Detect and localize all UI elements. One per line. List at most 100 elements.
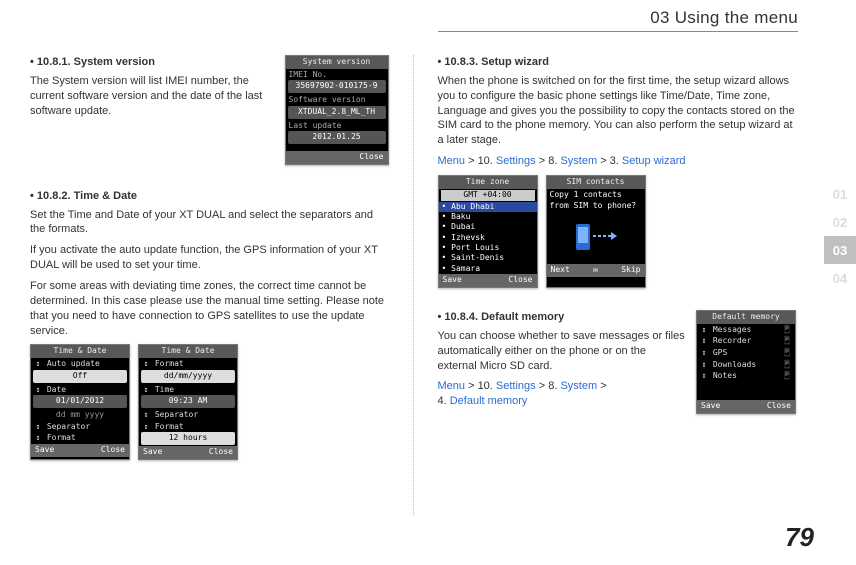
- cycle-icon: ↕: [700, 348, 708, 358]
- page-header: 03 Using the menu: [438, 8, 798, 32]
- page-number: 79: [785, 522, 814, 553]
- nav-defaultmemory: Default memory: [450, 395, 528, 407]
- timedate-p3: For some areas with deviating time zones…: [30, 279, 389, 338]
- chapter-tabs: 01 02 03 04: [824, 180, 856, 292]
- nav-settings: Settings: [496, 155, 536, 167]
- tz-item-portlouis[interactable]: Port Louis: [439, 243, 537, 253]
- ss-value-format: dd/mm/yyyy: [141, 370, 235, 383]
- right-column: • 10.8.3. Setup wizard When the phone is…: [438, 55, 797, 515]
- cycle-icon: ↕: [700, 371, 708, 381]
- ss-title: Time & Date: [31, 345, 129, 358]
- section-heading: 10.8.1. System version: [37, 56, 155, 68]
- ss-value-time: 09:23 AM: [141, 395, 235, 408]
- tz-item-saintdenis[interactable]: Saint-Denis: [439, 253, 537, 263]
- screenshot-sim-contacts: SIM contacts Copy 1 contacts from SIM to…: [546, 175, 646, 288]
- ss-value-sw: XTDUAL_2.8_ML_TH: [288, 106, 386, 119]
- dm-messages: ↕ Messages 📱: [697, 324, 795, 336]
- screenshot-timedate-a: Time & Date ↕ Auto update Off ↕ Date 01/…: [30, 344, 130, 459]
- chapter-tab-01[interactable]: 01: [824, 180, 856, 208]
- ss-row-format2: ↕ Format: [139, 421, 237, 433]
- bullet-icon: •: [30, 56, 34, 68]
- bullet-icon: •: [438, 311, 442, 323]
- dm-gps: ↕ GPS 📱: [697, 347, 795, 359]
- ss-value-12h: 12 hours: [141, 432, 235, 445]
- section-heading: 10.8.4. Default memory: [444, 311, 564, 323]
- tz-item-izhevsk[interactable]: Izhevsk: [439, 233, 537, 243]
- ss-save-button[interactable]: Save: [701, 401, 720, 412]
- section-heading: 10.8.2. Time & Date: [37, 190, 137, 202]
- cycle-icon: ↕: [142, 422, 150, 432]
- ss-row-separator: ↕ Separator: [31, 421, 129, 433]
- dm-recorder: ↕ Recorder 📱: [697, 335, 795, 347]
- nav-menu: Menu: [438, 380, 466, 392]
- cycle-icon: ↕: [142, 410, 150, 420]
- ss-value-date: 01/01/2012: [33, 395, 127, 408]
- ss-title: System version: [286, 56, 388, 69]
- tz-item-dubai[interactable]: Dubai: [439, 222, 537, 232]
- nav-setupwizard: Setup wizard: [622, 155, 686, 167]
- ss-skip-button[interactable]: Skip: [621, 265, 640, 276]
- cycle-icon: ↕: [34, 422, 42, 432]
- ss-row-autoupdate: ↕ Auto update: [31, 358, 129, 370]
- screenshot-timedate-b: Time & Date ↕ Format dd/mm/yyyy ↕ Time 0…: [138, 344, 238, 459]
- phone-icon: 📱: [782, 325, 792, 335]
- section-body-setupwizard: When the phone is switched on for the fi…: [438, 74, 797, 148]
- section-heading: 10.8.3. Setup wizard: [444, 56, 549, 68]
- mail-icon: ✉: [593, 265, 598, 276]
- ss-title: Default memory: [697, 311, 795, 324]
- cycle-icon: ↕: [142, 385, 150, 395]
- cycle-icon: ↕: [34, 385, 42, 395]
- ss-next-button[interactable]: Next: [551, 265, 570, 276]
- cycle-icon: ↕: [34, 359, 42, 369]
- ss-save-button[interactable]: Save: [143, 447, 162, 458]
- sim-line2: from SIM to phone?: [547, 200, 645, 212]
- cycle-icon: ↕: [142, 359, 150, 369]
- ss-value-update: 2012.01.25: [288, 131, 386, 144]
- cycle-icon: ↕: [34, 433, 42, 443]
- dm-notes: ↕ Notes 📱: [697, 370, 795, 382]
- ss-row-time: ↕ Time: [139, 384, 237, 396]
- tz-item-samara[interactable]: Samara: [439, 264, 537, 274]
- ss-save-button[interactable]: Save: [35, 445, 54, 456]
- ss-save-button[interactable]: Save: [443, 275, 462, 286]
- nav-menu: Menu: [438, 155, 466, 167]
- page-header-title: 03 Using the menu: [438, 8, 798, 28]
- ss-close-button[interactable]: Close: [767, 401, 791, 412]
- left-column: System version IMEI No. 35697902-010175-…: [30, 55, 389, 515]
- phone-icon: 📱: [782, 371, 792, 381]
- cycle-icon: ↕: [700, 336, 708, 346]
- chapter-tab-03[interactable]: 03: [824, 236, 856, 264]
- sim-line1: Copy 1 contacts: [547, 189, 645, 201]
- nav-settings: Settings: [496, 380, 536, 392]
- ss-title: Time & Date: [139, 345, 237, 358]
- timedate-p2: If you activate the auto update function…: [30, 243, 389, 273]
- phone-icon: 📱: [782, 348, 792, 358]
- ss-close-button[interactable]: Close: [508, 275, 532, 286]
- content-columns: System version IMEI No. 35697902-010175-…: [30, 55, 796, 515]
- dm-downloads: ↕ Downloads 📱: [697, 359, 795, 371]
- header-rule: [438, 31, 798, 32]
- ss-label-update: Last update: [286, 120, 388, 132]
- tz-item-baku[interactable]: Baku: [439, 212, 537, 222]
- ss-close-button[interactable]: Close: [101, 445, 125, 456]
- column-divider: [413, 55, 414, 515]
- phone-icon: 📱: [782, 336, 792, 346]
- phone-icon: 📱: [782, 360, 792, 370]
- ss-title: SIM contacts: [547, 176, 645, 189]
- chapter-tab-02[interactable]: 02: [824, 208, 856, 236]
- ss-row-format: ↕ Format: [139, 358, 237, 370]
- cycle-icon: ↕: [700, 360, 708, 370]
- ss-row-format: ↕ Format: [31, 432, 129, 444]
- nav-system: System: [560, 155, 597, 167]
- ss-close-button[interactable]: Close: [209, 447, 233, 458]
- section-title-setupwizard: • 10.8.3. Setup wizard: [438, 55, 797, 70]
- chapter-tab-04[interactable]: 04: [824, 264, 856, 292]
- timedate-p1: Set the Time and Date of your XT DUAL an…: [30, 208, 389, 238]
- setupwizard-screenshots: Time zone GMT +04:00 Abu Dhabi Baku Duba…: [438, 175, 797, 288]
- bullet-icon: •: [30, 190, 34, 202]
- tz-item-abudhabi[interactable]: Abu Dhabi: [439, 202, 537, 212]
- ss-row-date: ↕ Date: [31, 384, 129, 396]
- ss-gmt: GMT +04:00: [441, 190, 535, 201]
- ss-close-button[interactable]: Close: [286, 151, 388, 164]
- nav-path-setupwizard: Menu > 10. Settings > 8. System > 3. Set…: [438, 154, 797, 169]
